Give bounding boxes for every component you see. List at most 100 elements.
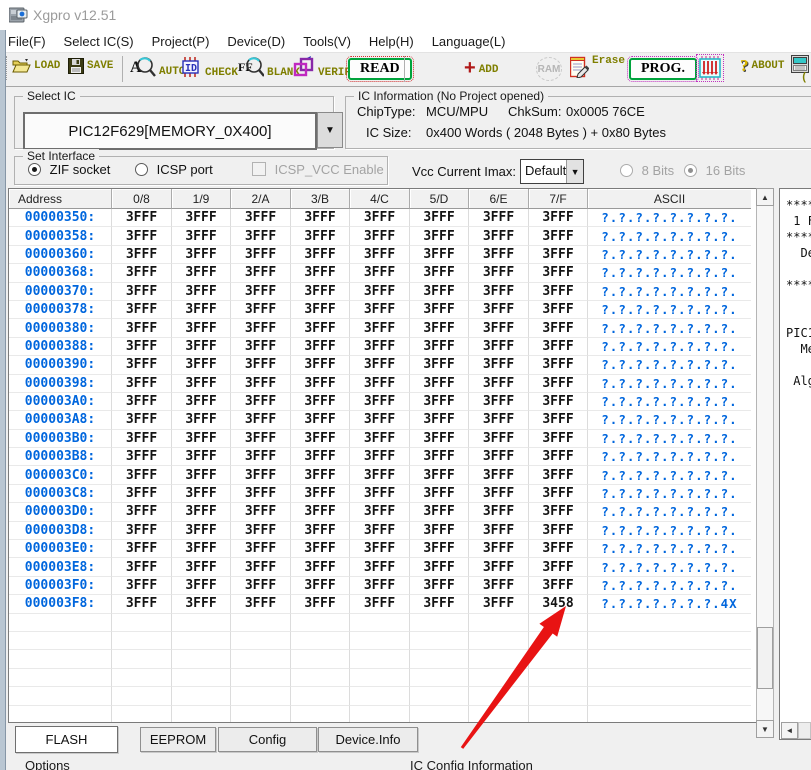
hex-cell[interactable]: 3FFF <box>112 209 172 227</box>
empty-cell[interactable] <box>112 650 172 668</box>
hex-cell[interactable]: 3FFF <box>469 503 529 521</box>
hex-cell[interactable]: 3FFF <box>172 319 231 337</box>
ascii-cell[interactable]: ?.?.?.?.?.?.?.?. <box>588 227 751 245</box>
hex-cell[interactable]: 3FFF <box>112 558 172 576</box>
hex-cell[interactable]: 3FFF <box>291 411 350 429</box>
empty-cell[interactable] <box>469 706 529 723</box>
erase-button[interactable]: Erase <box>570 56 625 78</box>
empty-cell[interactable] <box>529 706 588 723</box>
empty-cell[interactable] <box>588 687 751 705</box>
hex-cell[interactable]: 3FFF <box>529 319 588 337</box>
hex-cell[interactable]: 3FFF <box>291 448 350 466</box>
tab-eeprom[interactable]: EEPROM <box>140 727 216 752</box>
hex-cell[interactable]: 3FFF <box>231 577 291 595</box>
empty-cell[interactable] <box>291 706 350 723</box>
hex-cell[interactable]: 3FFF <box>410 503 469 521</box>
scroll-down-button[interactable]: ▼ <box>756 720 774 738</box>
hex-cell[interactable]: 3FFF <box>529 430 588 448</box>
ascii-cell[interactable]: ?.?.?.?.?.?.?.?. <box>588 283 751 301</box>
empty-cell[interactable] <box>529 687 588 705</box>
column-header[interactable]: 1/9 <box>172 189 231 209</box>
empty-cell[interactable] <box>231 687 291 705</box>
hex-cell[interactable]: 3FFF <box>469 540 529 558</box>
hex-cell[interactable]: 3FFF <box>112 264 172 282</box>
hex-cell[interactable]: 3FFF <box>291 466 350 484</box>
menu-item[interactable]: Help(H) <box>360 34 423 49</box>
hex-cell[interactable]: 3FFF <box>231 430 291 448</box>
hex-cell[interactable]: 3FFF <box>231 301 291 319</box>
column-header[interactable]: 0/8 <box>112 189 172 209</box>
ascii-cell[interactable]: ?.?.?.?.?.?.?.?. <box>588 558 751 576</box>
empty-cell[interactable] <box>469 614 529 632</box>
hex-cell[interactable]: 3FFF <box>291 595 350 613</box>
hex-cell[interactable]: 3FFF <box>410 283 469 301</box>
hex-cell[interactable]: 3FFF <box>172 356 231 374</box>
hex-cell[interactable]: 3FFF <box>350 246 410 264</box>
hex-cell[interactable]: 3FFF <box>529 338 588 356</box>
hex-cell[interactable]: 3FFF <box>469 375 529 393</box>
column-header[interactable]: 7/F <box>529 189 588 209</box>
hex-cell[interactable]: 3FFF <box>291 430 350 448</box>
empty-cell[interactable] <box>588 614 751 632</box>
empty-cell[interactable] <box>588 706 751 723</box>
hex-cell[interactable]: 3FFF <box>410 338 469 356</box>
hex-cell[interactable]: 3FFF <box>112 522 172 540</box>
address-cell[interactable]: 00000360: <box>9 246 112 264</box>
column-header[interactable]: 6/E <box>469 189 529 209</box>
hex-cell[interactable]: 3FFF <box>291 522 350 540</box>
empty-cell[interactable] <box>350 706 410 723</box>
hex-cell[interactable]: 3FFF <box>350 264 410 282</box>
hex-cell[interactable]: 3FFF <box>172 558 231 576</box>
menu-item[interactable]: Tools(V) <box>294 34 360 49</box>
hex-cell[interactable]: 3FFF <box>410 448 469 466</box>
hex-cell[interactable]: 3FFF <box>231 338 291 356</box>
ascii-cell[interactable]: ?.?.?.?.?.?.?.?. <box>588 430 751 448</box>
empty-cell[interactable] <box>112 614 172 632</box>
hex-cell[interactable]: 3FFF <box>469 283 529 301</box>
hex-cell[interactable]: 3FFF <box>231 595 291 613</box>
hex-cell[interactable]: 3FFF <box>469 393 529 411</box>
hex-cell[interactable]: 3FFF <box>410 558 469 576</box>
ic-select-display[interactable]: PIC12F629[MEMORY_0X400] <box>23 112 317 150</box>
hex-cell[interactable]: 3FFF <box>291 503 350 521</box>
address-cell[interactable]: 000003B8: <box>9 448 112 466</box>
hex-cell[interactable]: 3FFF <box>529 209 588 227</box>
hex-cell[interactable]: 3FFF <box>172 595 231 613</box>
hex-cell[interactable]: 3FFF <box>231 558 291 576</box>
column-header[interactable]: 3/B <box>291 189 350 209</box>
hex-cell[interactable]: 3FFF <box>469 246 529 264</box>
hex-cell[interactable]: 3FFF <box>291 485 350 503</box>
burn-chip-button[interactable] <box>698 56 722 80</box>
hex-cell[interactable]: 3FFF <box>469 319 529 337</box>
tab-config[interactable]: Config <box>218 727 317 752</box>
hex-cell[interactable]: 3FFF <box>410 393 469 411</box>
menu-item[interactable]: File(F) <box>0 34 55 49</box>
blank-button[interactable]: FF BLANK <box>238 55 300 79</box>
hex-cell[interactable]: 3FFF <box>469 466 529 484</box>
hex-cell[interactable]: 3FFF <box>529 485 588 503</box>
hex-cell[interactable]: 3FFF <box>172 411 231 429</box>
address-cell[interactable]: 000003E0: <box>9 540 112 558</box>
hex-cell[interactable]: 3FFF <box>529 301 588 319</box>
empty-cell[interactable] <box>231 706 291 723</box>
empty-cell[interactable] <box>231 650 291 668</box>
hex-cell[interactable]: 3FFF <box>410 227 469 245</box>
menu-item[interactable]: Select IC(S) <box>55 34 143 49</box>
empty-cell[interactable] <box>350 669 410 687</box>
hex-cell[interactable]: 3FFF <box>112 577 172 595</box>
hex-cell[interactable]: 3FFF <box>231 393 291 411</box>
icsp-port-radio[interactable]: ICSP port <box>135 162 213 177</box>
empty-cell[interactable] <box>410 650 469 668</box>
hex-cell[interactable]: 3FFF <box>469 522 529 540</box>
empty-cell[interactable] <box>112 706 172 723</box>
hex-cell[interactable]: 3FFF <box>231 485 291 503</box>
hex-cell[interactable]: 3FFF <box>350 430 410 448</box>
hex-cell[interactable]: 3FFF <box>529 558 588 576</box>
hex-cell[interactable]: 3FFF <box>291 393 350 411</box>
hex-cell[interactable]: 3FFF <box>172 283 231 301</box>
hex-cell[interactable]: 3FFF <box>469 301 529 319</box>
hex-cell[interactable]: 3FFF <box>172 375 231 393</box>
icsp-vcc-checkbox[interactable]: ICSP_VCC Enable <box>252 162 384 177</box>
hex-cell[interactable]: 3FFF <box>529 448 588 466</box>
empty-cell[interactable] <box>350 614 410 632</box>
